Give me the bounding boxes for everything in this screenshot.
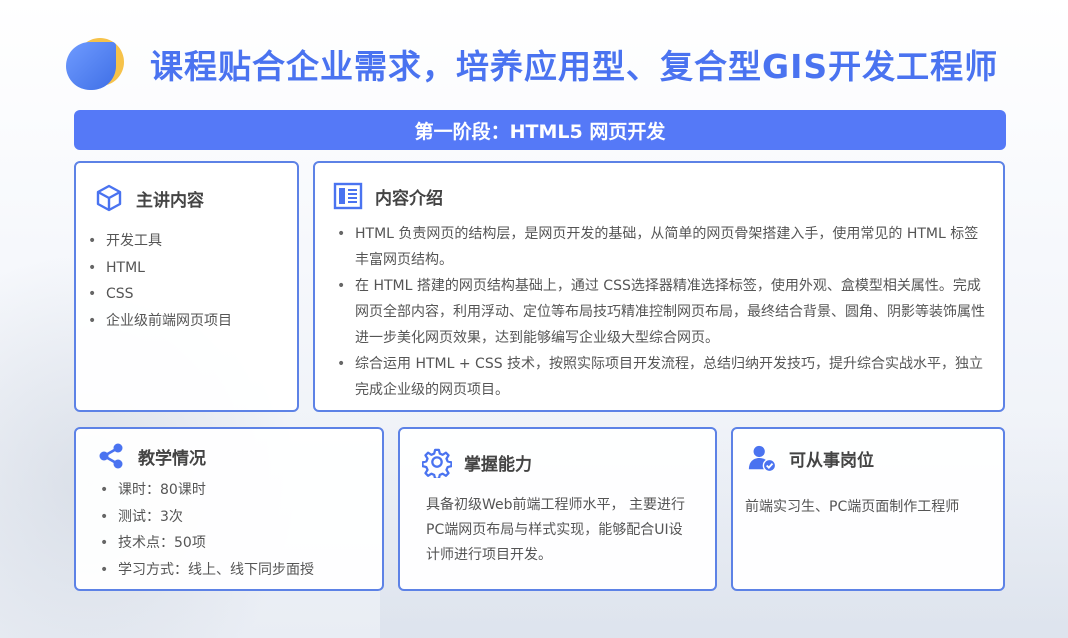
logo-icon	[66, 38, 124, 90]
user-check-icon	[747, 443, 777, 473]
list-item: 开发工具	[86, 228, 232, 255]
list-item: 企业级前端网页项目	[86, 308, 232, 335]
teaching-header: 教学情况	[96, 441, 206, 471]
list-item: 在 HTML 搭建的网页结构基础上，通过 CSS选择器精准选择标签，使用外观、盒…	[335, 273, 985, 351]
ability-title: 掌握能力	[464, 454, 532, 475]
jobs-header: 可从事岗位	[747, 443, 874, 473]
list-item: CSS	[86, 281, 232, 308]
ability-header: 掌握能力	[422, 447, 532, 478]
jobs-text: 前端实习生、PC端页面制作工程师	[745, 499, 960, 515]
ability-text: 具备初级Web前端工程师水平， 主要进行PC端网页布局与样式实现，能够配合UI设…	[426, 497, 685, 563]
teaching-list: 课时：80课时 测试：3次 技术点：50项 学习方式：线上、线下同步面授	[98, 477, 314, 583]
jobs-title: 可从事岗位	[789, 450, 874, 471]
document-icon	[333, 181, 363, 211]
teaching-title: 教学情况	[138, 448, 206, 469]
main-content-list: 开发工具 HTML CSS 企业级前端网页项目	[86, 228, 232, 334]
list-item: HTML 负责网页的结构层，是网页开发的基础，从简单的网页骨架搭建入手，使用常见…	[335, 221, 985, 273]
ability-card: 掌握能力 具备初级Web前端工程师水平， 主要进行PC端网页布局与样式实现，能够…	[398, 427, 717, 591]
gear-icon	[422, 447, 452, 478]
main-content-header: 主讲内容	[94, 183, 204, 213]
main-content-title: 主讲内容	[136, 190, 204, 211]
list-item: 课时：80课时	[98, 477, 314, 504]
intro-list: HTML 负责网页的结构层，是网页开发的基础，从简单的网页骨架搭建入手，使用常见…	[335, 221, 985, 403]
stage-banner: 第一阶段：HTML5 网页开发	[74, 110, 1006, 150]
list-item: HTML	[86, 255, 232, 282]
page-title: 课程贴合企业需求，培养应用型、复合型GIS开发工程师	[150, 47, 999, 86]
intro-card: 内容介绍 HTML 负责网页的结构层，是网页开发的基础，从简单的网页骨架搭建入手…	[313, 161, 1005, 412]
list-item: 技术点：50项	[98, 530, 314, 557]
list-item: 测试：3次	[98, 504, 314, 531]
jobs-card: 可从事岗位 前端实习生、PC端页面制作工程师	[731, 427, 1005, 591]
share-icon	[96, 441, 126, 471]
intro-header: 内容介绍	[333, 181, 443, 211]
main-content-card: 主讲内容 开发工具 HTML CSS 企业级前端网页项目	[74, 161, 299, 412]
teaching-card: 教学情况 课时：80课时 测试：3次 技术点：50项 学习方式：线上、线下同步面…	[74, 427, 384, 591]
cube-icon	[94, 183, 124, 213]
list-item: 学习方式：线上、线下同步面授	[98, 557, 314, 584]
intro-title: 内容介绍	[375, 188, 443, 209]
list-item: 综合运用 HTML + CSS 技术，按照实际项目开发流程，总结归纳开发技巧，提…	[335, 351, 985, 403]
